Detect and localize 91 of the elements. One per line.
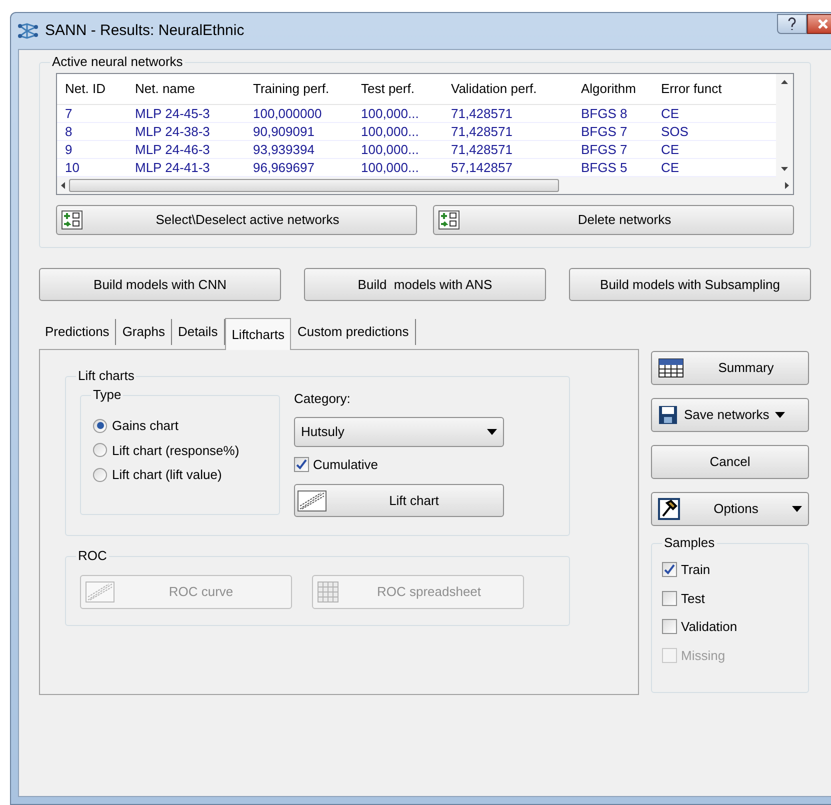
side-button[interactable]: Save networks <box>651 398 809 432</box>
caret-icon <box>487 428 497 434</box>
caret-icon <box>775 412 786 418</box>
radio-button[interactable] <box>93 468 107 482</box>
checkmark-icon <box>296 458 307 470</box>
table-cell-text: 8 <box>64 124 74 140</box>
build-button[interactable]: Build models with ANS <box>304 268 546 301</box>
table-cell-text: 71,428571 <box>450 106 514 122</box>
close-icon <box>817 19 829 29</box>
category-label: Category: <box>294 390 352 408</box>
radio-label: Gains chart <box>112 417 178 435</box>
table-cell-text: 10 <box>64 160 80 176</box>
column-header[interactable]: Error funct <box>653 79 733 99</box>
table-cell-text: 93,939394 <box>252 142 316 158</box>
scroll-up-icon <box>781 80 788 84</box>
checkbox-label: Cumulative <box>313 456 378 474</box>
table-cell-text: MLP 24-46-3 <box>134 142 211 158</box>
checkbox-label: Validation <box>681 618 738 636</box>
app-icon <box>17 22 39 40</box>
help-button[interactable] <box>777 14 807 34</box>
network-icon <box>61 210 83 230</box>
radio-button[interactable] <box>93 418 107 433</box>
side-button[interactable]: Cancel <box>651 445 809 479</box>
table-cell-text: MLP 24-38-3 <box>134 124 211 140</box>
checkbox-label: Missing <box>681 646 726 665</box>
table-cell-text: 71,428571 <box>450 124 514 140</box>
vertical-scrollbar[interactable] <box>776 74 793 177</box>
table-cell-text: 100,000... <box>360 142 420 158</box>
tab[interactable]: Predictions <box>39 319 116 345</box>
column-header[interactable]: Algorithm <box>573 79 653 99</box>
table-icon <box>658 358 684 378</box>
checkbox[interactable] <box>662 619 677 634</box>
table-cell-text: 7 <box>64 106 74 122</box>
grid-icon <box>317 581 339 603</box>
line-chart-icon <box>297 490 327 512</box>
network-icon <box>438 210 460 230</box>
scrollbar-thumb[interactable] <box>69 179 559 192</box>
radio-label: Lift chart (response%) <box>112 442 240 460</box>
table-cell-text: MLP 24-41-3 <box>134 160 211 176</box>
table-cell-text: CE <box>660 142 680 158</box>
lift-chart-button[interactable]: Lift chart <box>294 484 504 517</box>
scroll-down-icon <box>781 167 788 171</box>
line-chart-icon <box>85 581 115 603</box>
checkbox-label: Test <box>681 590 705 608</box>
radio-label: Lift chart (lift value) <box>112 466 222 484</box>
help-icon <box>787 17 797 31</box>
table-cell-text: CE <box>660 106 680 122</box>
side-button[interactable]: Options <box>651 492 809 526</box>
scroll-right-icon <box>785 182 789 189</box>
action-button[interactable]: Delete networks <box>433 205 794 235</box>
hammer-icon <box>658 498 680 520</box>
table-cell-text: BFGS 7 <box>580 142 628 158</box>
close-button[interactable] <box>807 14 831 34</box>
tab[interactable]: Graphs <box>116 319 172 345</box>
table-cell-text: 71,428571 <box>450 142 514 158</box>
build-button[interactable]: Build models with CNN <box>39 268 281 301</box>
window-title: SANN - Results: NeuralEthnic <box>45 20 244 41</box>
caret-icon <box>792 506 802 512</box>
column-header[interactable]: Test perf. <box>353 79 443 99</box>
side-button[interactable]: Summary <box>651 351 809 385</box>
table-cell-text: 9 <box>64 142 74 158</box>
table-cell-text: BFGS 5 <box>580 160 628 176</box>
table-cell-text: MLP 24-45-3 <box>134 106 211 122</box>
tab[interactable]: Custom predictions <box>291 319 416 345</box>
table-cell-text: 90,909091 <box>252 124 316 140</box>
column-header[interactable]: Validation perf. <box>443 79 573 99</box>
column-header[interactable]: Net. ID <box>57 79 127 99</box>
category-dropdown[interactable]: Hutsuly <box>294 416 504 446</box>
checkmark-icon <box>664 564 675 576</box>
column-header[interactable]: Training perf. <box>245 79 353 99</box>
table-cell-text: 100,000... <box>360 106 420 122</box>
table-cell-text: BFGS 8 <box>580 106 628 122</box>
table-cell-text: BFGS 7 <box>580 124 628 140</box>
radio-button[interactable] <box>93 443 107 458</box>
build-button[interactable]: Build models with Subsampling <box>569 268 811 301</box>
scroll-left-icon <box>61 182 65 189</box>
horizontal-scrollbar[interactable] <box>57 177 793 194</box>
table-cell-text: CE <box>660 160 680 176</box>
tab[interactable]: Liftcharts <box>224 318 292 350</box>
table-cell-text: 96,969697 <box>252 160 316 176</box>
table-cell-text: 100,000... <box>360 124 420 140</box>
checkbox[interactable] <box>294 456 309 472</box>
table-cell-text: 100,000... <box>360 160 420 176</box>
table-cell-text: 57,142857 <box>450 160 514 176</box>
table-cell-text: 100,000000 <box>252 106 323 122</box>
checkbox[interactable] <box>662 562 677 578</box>
action-button[interactable]: Select\Deselect active networks <box>56 205 417 235</box>
checkbox-label: Train <box>681 561 710 579</box>
table-cell-text: SOS <box>660 124 690 140</box>
checkbox[interactable] <box>662 590 677 606</box>
column-header[interactable]: Net. name <box>127 79 245 99</box>
